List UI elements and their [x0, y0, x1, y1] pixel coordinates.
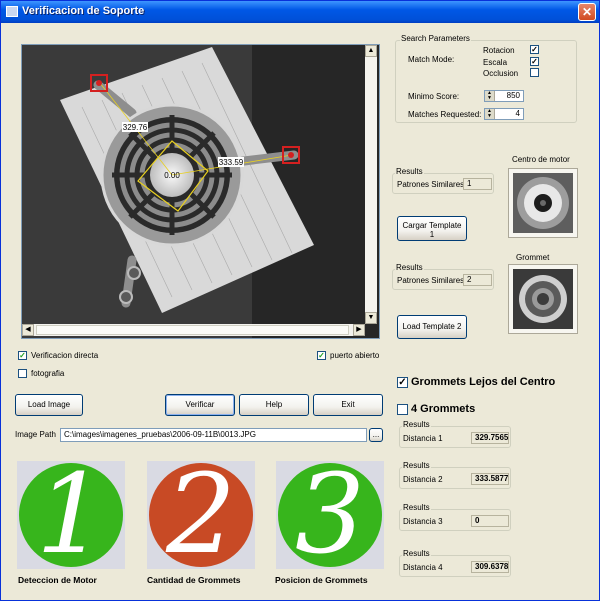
browse-button[interactable]: ... — [369, 428, 383, 442]
occlusion-label: Occlusion — [483, 69, 519, 78]
center-score-label: 0.00 — [164, 171, 180, 180]
search-parameters-title: Search Parameters — [400, 34, 471, 43]
title-bar[interactable]: Verificacion de Soporte ✕ — [1, 1, 599, 23]
minimo-score-label: Minimo Score: — [408, 92, 460, 101]
escala-checkbox[interactable]: ✓ — [530, 57, 539, 66]
cargar-template-1-line1: Cargar Template — [402, 221, 462, 230]
template1-preview-title: Centro de motor — [512, 155, 570, 164]
scroll-right-icon[interactable]: ▶ — [353, 324, 365, 336]
minimo-score-spin-icon[interactable]: ▲ ▼ — [485, 91, 495, 101]
main-window: Verificacion de Soporte ✕ 329.76 333.59 … — [0, 0, 600, 601]
cargar-template-1-line2: 1 — [429, 230, 435, 239]
template2-patrones-label: Patrones Similares: — [397, 276, 467, 285]
template1-preview — [508, 168, 578, 238]
load-image-button[interactable]: Load Image — [15, 394, 83, 416]
match-mode-label: Match Mode: — [408, 55, 455, 64]
exit-button[interactable]: Exit — [313, 394, 383, 416]
step-3-digit: 3 — [295, 461, 365, 569]
distancia-2-label: Distancia 2 — [403, 475, 443, 484]
rotacion-label: Rotacion — [483, 46, 515, 55]
distance-label-right: 333.59 — [219, 158, 244, 167]
step-1-caption: Deteccion de Motor — [18, 575, 97, 585]
help-button[interactable]: Help — [239, 394, 309, 416]
escala-label: Escala — [483, 58, 508, 67]
puerto-abierto-label: puerto abierto — [330, 351, 380, 360]
fotografia-label: fotografia — [31, 369, 65, 378]
vertical-scrollbar[interactable]: ▲ ▼ — [365, 45, 377, 324]
template1-results-title: Results — [395, 167, 424, 176]
scroll-down-icon[interactable]: ▼ — [365, 312, 377, 324]
grommets-lejos-label: Grommets Lejos del Centro — [411, 376, 556, 388]
distancia-1-results-title: Results — [402, 420, 431, 429]
occlusion-checkbox[interactable] — [530, 68, 539, 77]
app-icon — [6, 6, 18, 17]
fotografia-checkbox[interactable] — [18, 369, 27, 378]
rotacion-checkbox[interactable]: ✓ — [530, 45, 539, 54]
template1-patrones-label: Patrones Similares: — [397, 180, 467, 189]
horizontal-scrollbar[interactable]: ◀ ▶ — [22, 324, 365, 336]
verificar-button[interactable]: Verificar — [165, 394, 235, 416]
step-2-caption: Cantidad de Grommets — [147, 575, 241, 585]
minimo-score-value: 850 — [506, 91, 520, 100]
step-1-digit: 1 — [36, 461, 106, 569]
step-2-badge: 2 — [147, 461, 255, 569]
distancia-1-value: 329.7565 — [471, 432, 509, 444]
step-2-digit: 2 — [166, 461, 236, 569]
matches-requested-value: 4 — [515, 109, 520, 118]
distancia-3-value: 0 — [471, 515, 509, 527]
grommets-lejos-checkbox[interactable]: ✓ — [397, 377, 408, 388]
image-viewer[interactable]: 329.76 333.59 0.00 ▲ ▼ ◀ ▶ — [21, 44, 380, 339]
distancia-3-results-title: Results — [402, 503, 431, 512]
verificacion-directa-checkbox[interactable]: ✓ — [18, 351, 27, 360]
step-3-caption: Posicion de Grommets — [275, 575, 368, 585]
image-path-label: Image Path — [15, 430, 56, 439]
distance-label-left: 329.76 — [123, 123, 148, 132]
template2-patrones-value: 2 — [463, 274, 492, 286]
distancia-3-label: Distancia 3 — [403, 517, 443, 526]
cuatro-grommets-label: 4 Grommets — [411, 403, 476, 415]
matches-requested-stepper[interactable]: ▲ ▼ 4 — [484, 108, 524, 120]
minimo-score-stepper[interactable]: ▲ ▼ 850 — [484, 90, 524, 102]
scroll-left-icon[interactable]: ◀ — [22, 324, 34, 336]
close-button[interactable]: ✕ — [578, 3, 596, 21]
distancia-4-label: Distancia 4 — [403, 563, 443, 572]
step-1-badge: 1 — [17, 461, 125, 569]
cuatro-grommets-checkbox[interactable] — [397, 404, 408, 415]
motor-center-thumbnail — [513, 173, 573, 233]
template2-preview — [508, 264, 578, 334]
step-3-badge: 3 — [276, 461, 384, 569]
window-title: Verificacion de Soporte — [22, 5, 145, 17]
cargar-template-1-button[interactable]: Cargar Template 1 — [397, 216, 467, 241]
horizontal-scroll-thumb[interactable] — [36, 325, 349, 335]
image-path-input[interactable]: C:\images\imagenes_pruebas\2006-09-11B\0… — [60, 428, 367, 442]
matches-requested-label: Matches Requested: — [408, 110, 482, 119]
grommet-thumbnail — [513, 269, 573, 329]
distancia-2-results-title: Results — [402, 461, 431, 470]
template1-patrones-value: 1 — [463, 178, 492, 190]
puerto-abierto-checkbox[interactable]: ✓ — [317, 351, 326, 360]
distancia-4-value: 309.6378 — [471, 561, 509, 573]
distancia-4-results-title: Results — [402, 549, 431, 558]
motor-photo: 329.76 333.59 0.00 — [22, 45, 379, 338]
template2-preview-title: Grommet — [516, 253, 550, 262]
template2-results-title: Results — [395, 263, 424, 272]
distancia-1-label: Distancia 1 — [403, 434, 443, 443]
verificacion-directa-label: Verificacion directa — [31, 351, 99, 360]
distancia-2-value: 333.5877 — [471, 473, 509, 485]
load-template-2-button[interactable]: Load Template 2 — [397, 315, 467, 339]
scroll-up-icon[interactable]: ▲ — [365, 45, 377, 57]
matches-requested-spin-icon[interactable]: ▲ ▼ — [485, 109, 495, 119]
